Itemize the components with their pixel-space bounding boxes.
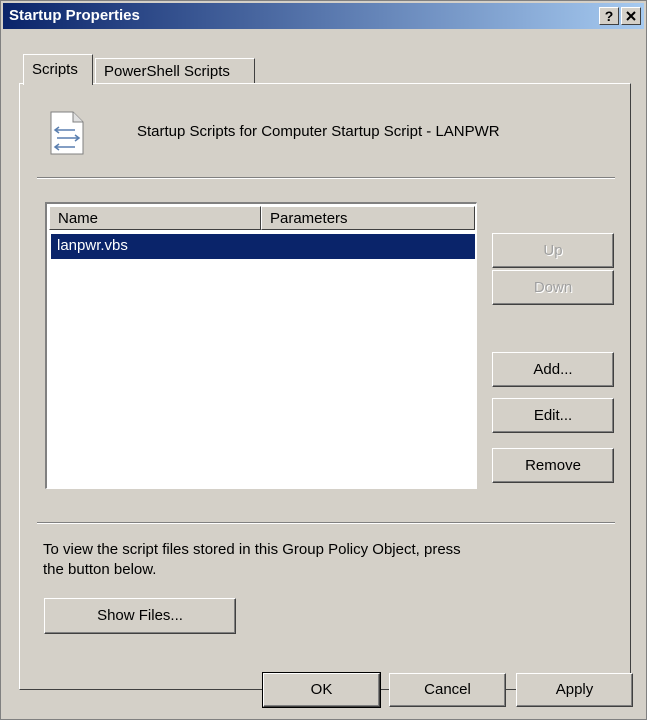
script-name: lanpwr.vbs	[57, 237, 128, 254]
tab-scripts[interactable]: Scripts	[23, 54, 93, 85]
show-files-button[interactable]: Show Files...	[44, 598, 236, 634]
window-title: Startup Properties	[9, 7, 140, 24]
close-icon	[626, 11, 636, 21]
script-file-icon	[49, 111, 85, 159]
up-button[interactable]: Up	[492, 233, 614, 268]
remove-button[interactable]: Remove	[492, 448, 614, 483]
column-header-name[interactable]: Name	[49, 206, 261, 230]
info-text-line1: To view the script files stored in this …	[43, 541, 461, 558]
separator-bottom	[37, 522, 615, 524]
add-button[interactable]: Add...	[492, 352, 614, 387]
edit-button[interactable]: Edit...	[492, 398, 614, 433]
separator-top	[37, 177, 615, 179]
down-button[interactable]: Down	[492, 270, 614, 305]
ok-button[interactable]: OK	[262, 672, 381, 708]
scripts-heading: Startup Scripts for Computer Startup Scr…	[137, 123, 500, 140]
tab-powershell-scripts[interactable]: PowerShell Scripts	[95, 58, 255, 84]
apply-button[interactable]: Apply	[516, 673, 633, 707]
close-button[interactable]	[621, 7, 641, 25]
scripts-list[interactable]: Name Parameters lanpwr.vbs	[45, 202, 477, 489]
title-bar[interactable]: Startup Properties ?	[3, 3, 644, 29]
list-item[interactable]: lanpwr.vbs	[51, 234, 475, 259]
startup-properties-dialog: Startup Properties ? Scripts PowerShell …	[0, 0, 647, 720]
info-text-line2: the button below.	[43, 561, 157, 578]
cancel-button[interactable]: Cancel	[389, 673, 506, 707]
help-button[interactable]: ?	[599, 7, 619, 25]
column-header-parameters[interactable]: Parameters	[261, 206, 475, 230]
